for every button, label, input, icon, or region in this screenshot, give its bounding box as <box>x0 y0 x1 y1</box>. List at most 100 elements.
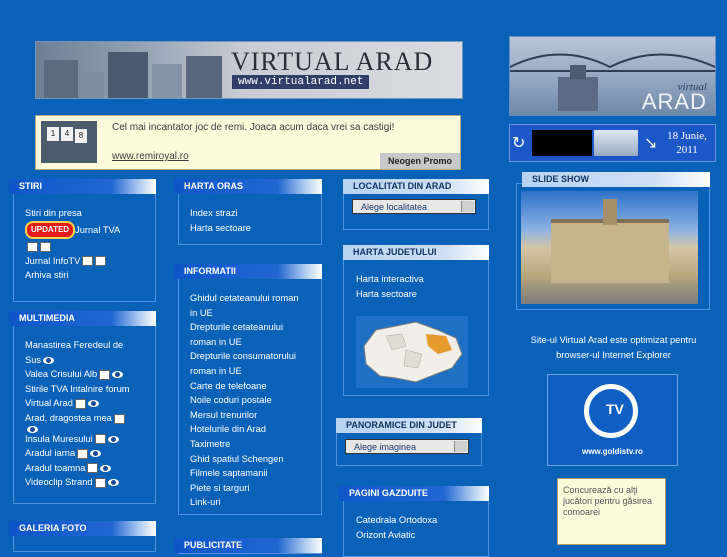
arrow-icon[interactable]: ↘ <box>644 133 657 153</box>
panoramice-header: PANORAMICE DIN JUDET <box>336 418 482 433</box>
multimedia-item[interactable]: Stirile TVA Intalnire forum <box>25 382 130 397</box>
eye-icon[interactable] <box>43 356 55 364</box>
informatii-item[interactable]: Carte de telefoane <box>190 379 299 394</box>
multimedia-item[interactable]: Aradul iarna <box>25 448 75 458</box>
multimedia-item[interactable]: Aradul toamna <box>25 463 85 473</box>
informatii-item[interactable]: roman in UE <box>190 364 299 379</box>
weather-icon <box>594 130 638 156</box>
multimedia-item[interactable]: Virtual Arad <box>25 398 73 408</box>
multimedia-item[interactable]: Insula Muresului <box>25 434 93 444</box>
eye-icon[interactable] <box>112 371 124 379</box>
eye-icon[interactable] <box>107 479 119 487</box>
multimedia-header: MULTIMEDIA <box>9 311 156 326</box>
refresh-icon[interactable]: ↻ <box>512 133 525 153</box>
goldis-tv-banner[interactable]: TV www.goldistv.ro <box>547 374 678 466</box>
city-hall-image <box>551 219 669 283</box>
tile: 4 <box>61 127 73 141</box>
informatii-item[interactable]: Filmele saptamanii <box>190 466 299 481</box>
multimedia-item[interactable]: Manastirea Feredeul de <box>25 338 130 353</box>
ad-link[interactable]: www.remiroyal.ro <box>112 151 189 162</box>
harta-oras-item[interactable]: Index strazi <box>190 206 251 221</box>
tile: 1 <box>47 127 59 141</box>
banner-url: www.virtualarad.net <box>232 75 370 89</box>
gazduite-item[interactable]: Catedrala Ortodoxa <box>356 513 437 528</box>
goldis-tv-url: www.goldistv.ro <box>582 447 643 456</box>
tv-icon[interactable] <box>87 463 99 474</box>
localitati-header: LOCALITATI DIN ARAD <box>343 179 489 194</box>
informatii-item[interactable]: Taximetre <box>190 437 299 452</box>
tv-icon[interactable] <box>99 369 111 380</box>
informatii-item[interactable]: Link-uri <box>190 495 299 510</box>
updated-badge: UPDATED <box>25 220 76 240</box>
tower-image <box>603 199 617 225</box>
gazduite-header: PAGINI GAZDUITE <box>339 486 489 501</box>
tv-logo-icon: TV <box>606 401 624 417</box>
eye-icon[interactable] <box>100 464 112 472</box>
informatii-item[interactable]: roman in UE <box>190 335 299 350</box>
informatii-item[interactable]: Hotelurile din Arad <box>190 422 299 437</box>
tv-icon[interactable] <box>94 434 106 445</box>
ad-promo-label[interactable]: Neogen Promo <box>379 153 460 169</box>
tv-icon[interactable] <box>27 241 38 252</box>
browser-notice-line: browser-ul Internet Explorer <box>556 350 671 360</box>
multimedia-list: Manastirea Feredeul de Sus Valea Crisulu… <box>25 338 130 490</box>
banner-title: VIRTUAL ARAD <box>231 47 434 76</box>
localitati-select[interactable]: Alege localitatea <box>352 199 476 214</box>
tile: 8 <box>75 129 87 143</box>
tv-icon[interactable] <box>74 398 86 409</box>
informatii-item[interactable]: Mersul trenurilor <box>190 408 299 423</box>
gazduite-item[interactable]: Orizont Aviatic <box>356 528 437 543</box>
gazduite-list: Catedrala Ortodoxa Orizont Aviatic <box>356 513 437 542</box>
weather-bar: ↻ ↘ 18 Junie, 2011 <box>509 124 716 162</box>
informatii-item[interactable]: Drepturile consumatorului <box>190 349 299 364</box>
eye-icon[interactable] <box>87 400 99 408</box>
rummy-tiles-image: 1 4 8 <box>41 121 97 163</box>
stiri-header: STIRI <box>9 179 156 194</box>
harta-judet-item[interactable]: Harta interactiva <box>356 272 424 287</box>
building-image <box>152 64 182 98</box>
eye-icon[interactable] <box>90 450 102 458</box>
date-line: 18 Junie, <box>667 130 707 142</box>
eye-icon[interactable] <box>27 425 38 433</box>
informatii-item[interactable]: Ghid spatiul Schengen <box>190 452 299 467</box>
harta-oras-item[interactable]: Harta sectoare <box>190 221 251 236</box>
multimedia-item[interactable]: Valea Crisului Alb <box>25 369 97 379</box>
virtual-arad-logo[interactable]: virtual ARAD <box>509 36 716 116</box>
slideshow-image[interactable] <box>521 191 698 304</box>
informatii-item[interactable]: in UE <box>190 306 299 321</box>
site-banner[interactable]: VIRTUAL ARAD www.virtualarad.net <box>35 41 463 99</box>
game-promo-box[interactable]: Concurează cu alţi jucători pentru găsir… <box>557 478 666 545</box>
informatii-item[interactable]: Ghidul cetateanului roman <box>190 291 299 306</box>
building-image <box>108 52 148 98</box>
informatii-item[interactable]: Piete si targuri <box>190 481 299 496</box>
date-line: 2011 <box>676 144 698 156</box>
tv-icon[interactable] <box>113 413 125 424</box>
stiri-item[interactable]: Stiri din presa <box>25 206 120 221</box>
tv-icon[interactable] <box>82 256 94 267</box>
building-image <box>82 72 104 98</box>
multimedia-item[interactable]: Arad, dragostea mea <box>25 413 112 423</box>
panoramice-select[interactable]: Alege imaginea <box>345 439 469 454</box>
stiri-item[interactable]: Arhiva stiri <box>25 268 120 283</box>
informatii-list: Ghidul cetateanului roman in UE Drepturi… <box>190 291 299 510</box>
informatii-item[interactable]: Noile coduri postale <box>190 393 299 408</box>
ad-box[interactable]: 1 4 8 Cel mai incantator joc de remi. Jo… <box>35 115 461 170</box>
harta-judet-list: Harta interactiva Harta sectoare <box>356 272 424 301</box>
multimedia-item[interactable]: Videoclip Strand <box>25 477 93 487</box>
logo-arad: ARAD <box>641 89 707 114</box>
eye-icon[interactable] <box>107 435 119 443</box>
document-icon[interactable] <box>95 256 107 267</box>
stiri-list: Stiri din presa UPDATED Jurnal TVA Jurnal… <box>25 206 120 283</box>
stiri-item[interactable]: Jurnal InfoTV <box>25 256 80 266</box>
county-map-image[interactable] <box>356 316 468 388</box>
stiri-item[interactable]: Jurnal TVA <box>75 224 120 234</box>
building-image <box>186 56 222 98</box>
tv-icon[interactable] <box>77 448 89 459</box>
browser-notice-line: Site-ul Virtual Arad este optimizat pent… <box>530 335 697 345</box>
informatii-header: INFORMATII <box>174 264 322 279</box>
informatii-item[interactable]: Drepturile cetateanului <box>190 320 299 335</box>
harta-judet-item[interactable]: Harta sectoare <box>356 287 424 302</box>
document-icon[interactable] <box>40 241 51 252</box>
multimedia-item[interactable]: Sus <box>25 355 41 365</box>
tv-icon[interactable] <box>94 477 106 488</box>
